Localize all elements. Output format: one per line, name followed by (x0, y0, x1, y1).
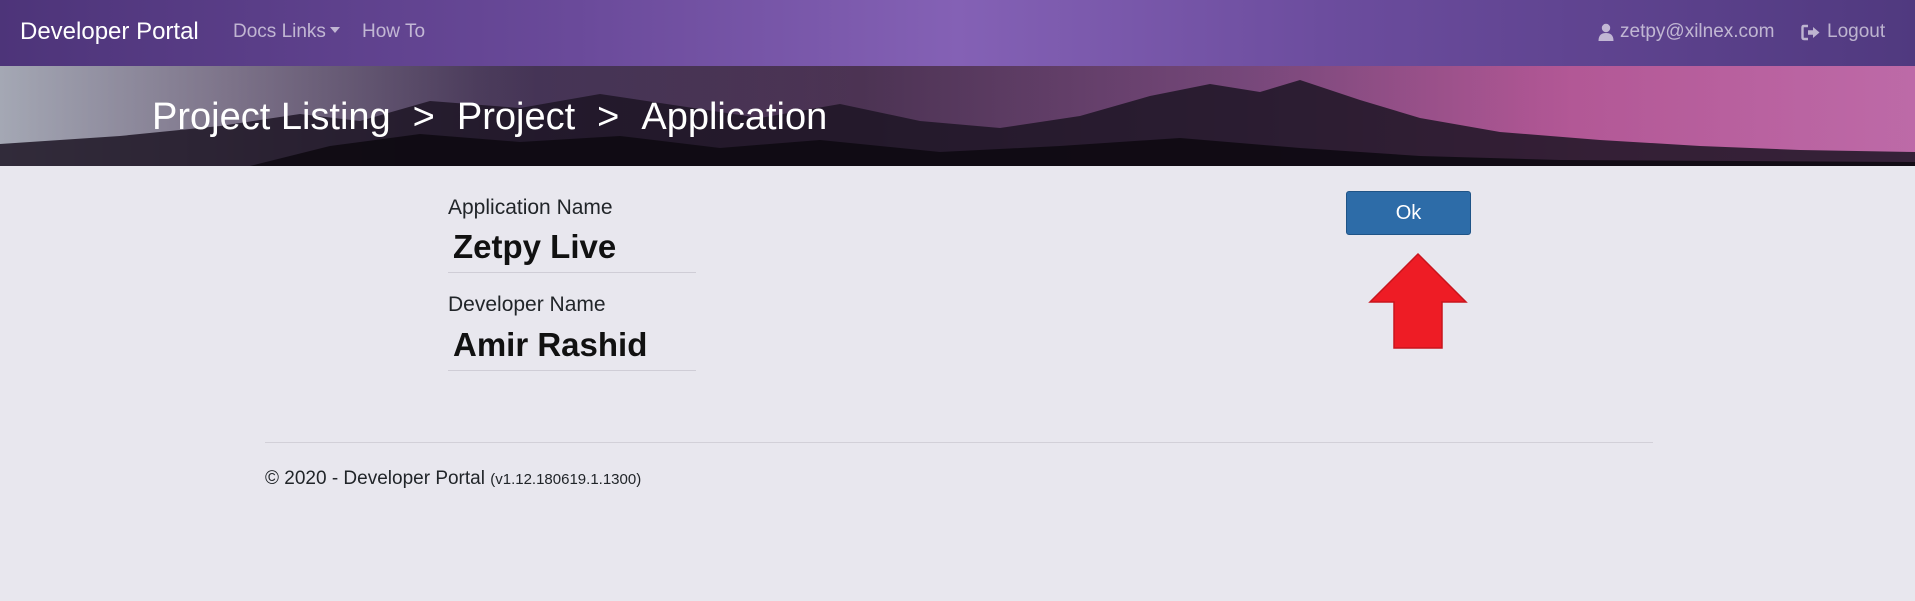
logout-link[interactable]: Logout (1801, 21, 1885, 43)
breadcrumb-application: Application (641, 96, 828, 138)
footer-copyright: © 2020 - Developer Portal (265, 468, 485, 489)
brand-link[interactable]: Developer Portal (20, 18, 199, 46)
breadcrumb-project[interactable]: Project (457, 96, 575, 139)
footer: © 2020 - Developer Portal (v1.12.180619.… (265, 468, 641, 490)
up-arrow-annotation-icon (1368, 252, 1468, 349)
application-name-label: Application Name (448, 196, 613, 219)
user-account-link[interactable]: zetpy@xilnex.com (1598, 21, 1774, 43)
breadcrumb-separator: > (597, 96, 620, 138)
top-navbar: Developer Portal Docs Links How To zetpy… (0, 0, 1915, 66)
user-email: zetpy@xilnex.com (1620, 21, 1775, 42)
user-icon (1598, 23, 1614, 41)
footer-version: (v1.12.180619.1.1300) (490, 471, 642, 488)
breadcrumb-project-listing[interactable]: Project Listing (152, 96, 391, 139)
logout-label: Logout (1827, 21, 1886, 42)
breadcrumb: Project Listing > Project > Application (152, 96, 827, 139)
how-to-link[interactable]: How To (362, 21, 425, 43)
developer-name-value: Amir Rashid (448, 326, 696, 371)
ok-button[interactable]: Ok (1346, 191, 1471, 235)
caret-down-icon (329, 27, 340, 33)
developer-name-label: Developer Name (448, 293, 606, 316)
hero-banner: Project Listing > Project > Application (0, 66, 1915, 166)
application-name-value: Zetpy Live (448, 228, 696, 273)
docs-links-label: Docs Links (233, 21, 326, 42)
sign-out-icon (1801, 24, 1820, 40)
docs-links-dropdown[interactable]: Docs Links (233, 21, 340, 43)
footer-divider (265, 442, 1653, 443)
breadcrumb-separator: > (412, 96, 435, 138)
